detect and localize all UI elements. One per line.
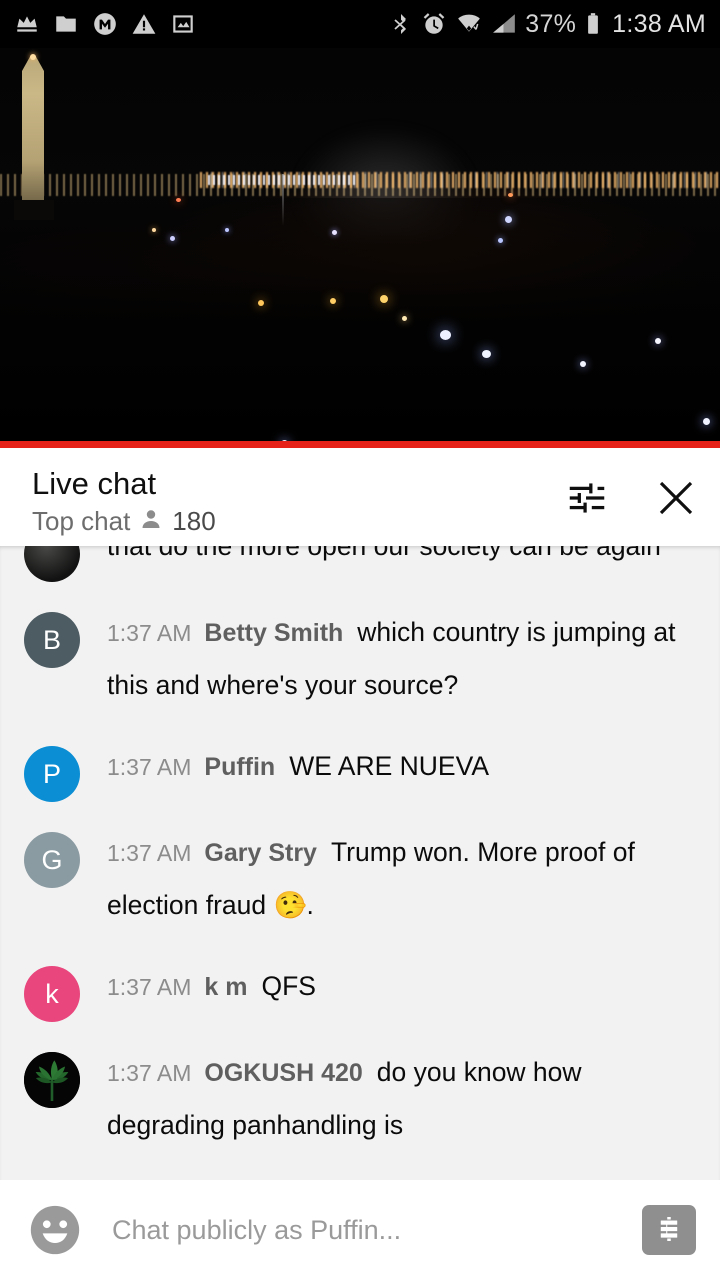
emoji-smiley-icon[interactable] [26,1201,84,1259]
chat-message[interactable]: 1:37 AM OGKUSH 420 do you know how degradi… [0,1036,720,1170]
bluetooth-icon [389,11,413,37]
monument-base [14,200,54,220]
message-text: which country is jumping at this and whe… [107,617,676,700]
monument-tip-light [30,54,36,60]
avatar[interactable] [24,1052,80,1108]
tune-sliders-icon[interactable] [564,475,610,521]
light-dot [152,228,156,232]
light-dot [176,198,181,202]
message-author[interactable]: Betty Smith [204,619,343,647]
washington-monument [22,56,44,206]
chat-message-list[interactable]: that do the more open our society can be… [0,546,720,1180]
chat-message[interactable]: P1:38 AMPuffinFOXZEN IS NEW FAIRY MUSIC [0,1170,720,1180]
page-title: Live chat [32,466,157,501]
light-dot [505,216,512,223]
message-author[interactable]: Gary Stry [204,839,317,867]
chat-message[interactable]: that do the more open our society can be… [0,546,720,596]
light-dot [508,193,513,197]
light-dot [332,230,337,235]
message-author[interactable]: k m [204,973,247,1001]
dollar-sign-icon [654,1214,684,1247]
chat-message-body: that do the more open our society can be… [80,546,661,577]
battery-icon [584,11,602,37]
message-timestamp: 1:37 AM [107,840,192,866]
cell-signal-icon [491,11,517,37]
message-timestamp: 1:37 AM [107,754,192,780]
chat-header-titles: Live chat Top chat 180 [32,466,216,537]
avatar[interactable]: k [24,966,80,1022]
chat-message-body: 1:37 AM OGKUSH 420 do you know how degradi… [80,1050,700,1156]
battery-percent-label: 37% [525,9,577,38]
warning-triangle-icon [131,11,157,37]
message-timestamp: 1:37 AM [107,1060,192,1086]
crown-icon [14,11,40,37]
message-author[interactable]: OGKUSH 420 [204,1059,362,1087]
viewer-count: 180 [172,505,216,536]
message-author[interactable]: Puffin [204,753,275,781]
status-bar-left-icons [14,11,196,37]
light-dot [498,238,503,243]
light-dot [380,295,388,303]
light-dot [225,228,229,232]
wifi-icon [455,11,483,37]
status-bar-clock: 1:38 AM [612,9,706,38]
video-progress-bar[interactable] [0,441,720,448]
chat-message-body: 1:37 AM Puffin WE ARE NUEVA [80,744,489,797]
dark-foreground [0,198,720,448]
light-dot [258,300,264,306]
message-text: WE ARE NUEVA [289,751,489,781]
status-bar-right-icons: 37% 1:38 AM [389,10,706,39]
status-bar: 37% 1:38 AM [0,0,720,48]
light-dot [330,298,336,304]
light-dot [482,350,491,358]
app-screen: 37% 1:38 AM Live chat Top chat 180 that … [0,0,720,1280]
chat-input[interactable] [112,1214,642,1246]
chat-header: Live chat Top chat 180 [0,448,720,546]
message-timestamp: 1:37 AM [107,620,192,646]
light-dot [703,418,710,425]
light-dot [580,361,586,367]
chat-input-bar [0,1180,720,1280]
chat-message-body: 1:37 AM Betty Smith which country is jumpi… [80,610,700,716]
light-dot [655,338,661,344]
person-icon [139,507,163,536]
m-circle-icon [92,11,118,37]
chat-message[interactable]: G 1:37 AM Gary Stry Trump won. More proof o… [0,816,720,950]
light-dot [170,236,175,241]
message-text: QFS [261,971,316,1001]
alarm-icon [421,11,447,37]
light-dot [402,316,407,321]
chat-message-body: 1:37 AM Gary Stry Trump won. More proof of… [80,830,700,936]
image-icon [170,11,196,37]
avatar[interactable] [24,546,80,582]
chat-message-body: 1:37 AM k m QFS [80,964,316,1017]
chat-header-actions [564,468,700,522]
message-text: that do the more open our society can be… [107,546,661,561]
chat-mode-label: Top chat [32,505,131,536]
chat-message[interactable]: P 1:37 AM Puffin WE ARE NUEVA [0,730,720,816]
chat-message[interactable]: k 1:37 AM k m QFS [0,950,720,1036]
folder-icon [53,11,79,37]
light-pole [282,174,284,226]
light-dot [440,330,451,340]
avatar[interactable]: G [24,832,80,888]
avatar[interactable]: P [24,746,80,802]
close-x-icon[interactable] [652,474,700,522]
avatar[interactable]: B [24,612,80,668]
video-player[interactable] [0,48,720,448]
chat-message[interactable]: B 1:37 AM Betty Smith which country is jump… [0,596,720,730]
superchat-button[interactable] [642,1205,696,1255]
chat-subheader[interactable]: Top chat 180 [32,506,216,537]
message-timestamp: 1:37 AM [107,974,192,1000]
